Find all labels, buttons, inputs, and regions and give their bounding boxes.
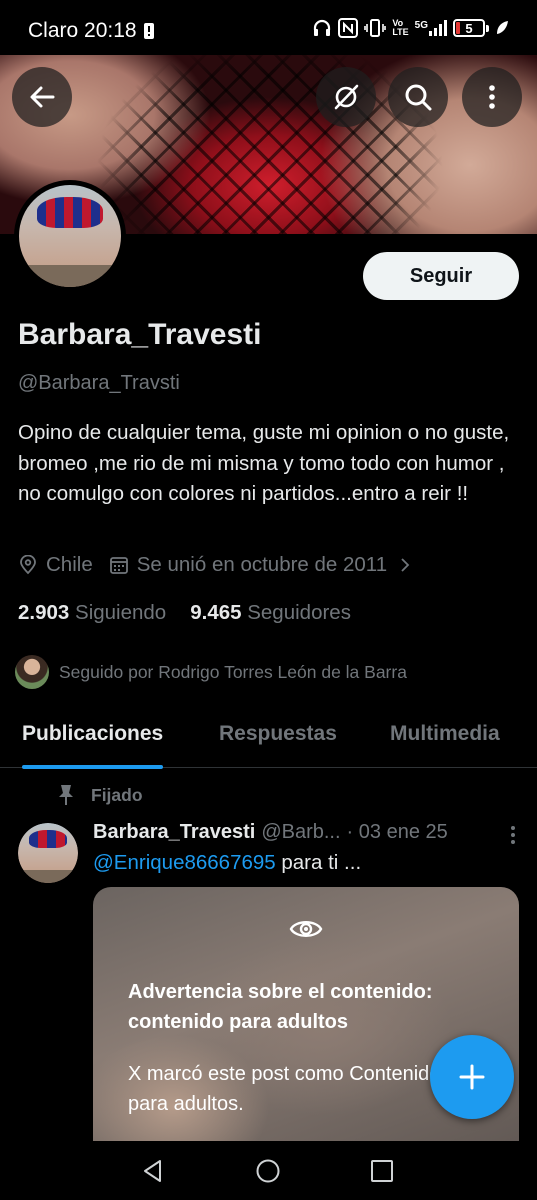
following-link[interactable]: 2.903 Siguiendo [18,601,166,625]
charging-leaf-icon [497,21,508,34]
grok-button[interactable] [316,67,376,127]
system-nav-bar [0,1141,537,1200]
tab-multimedia[interactable]: Multimedia [390,712,500,768]
nav-back-icon[interactable] [140,1158,166,1184]
post-mention[interactable]: @Enrique86667695 [93,851,276,874]
joined-text: Se unió en octubre de 2011 [136,553,388,576]
status-bar: Claro 20:18 Vo LTE 5G 5 [0,0,537,60]
search-button[interactable] [388,67,448,127]
location-item: Chile [18,553,93,577]
post-more-button[interactable] [509,825,517,851]
nfc-icon [338,18,359,38]
more-vertical-icon [511,826,515,844]
volte-badge: Vo LTE [392,18,409,37]
following-label: Siguiendo [75,601,167,624]
headphones-icon [314,19,331,36]
followed-by-row[interactable]: Seguido por Rodrigo Torres León de la Ba… [15,655,407,689]
user-handle: @Barbara_Travsti [18,372,180,394]
carrier-time: Claro 20:18 [28,19,137,42]
post-date: · 03 ene 25 [346,821,448,843]
post-author-handle[interactable]: @Barb... [261,821,340,844]
followers-label: Seguidores [247,601,351,624]
grok-icon [334,84,359,110]
location-pin-icon [20,555,36,575]
profile-bio: Opino de cualquier tema, guste mi opinio… [18,421,510,505]
profile-meta: Chile Se unió en octubre de 2011 [18,553,431,577]
followers-count: 9.465 [190,601,242,624]
nav-home-icon[interactable] [255,1158,281,1184]
search-icon [405,84,432,111]
joined-item[interactable]: Se unió en octubre de 2011 [109,553,415,577]
back-button[interactable] [12,67,72,127]
compose-button[interactable] [430,1035,514,1119]
display-name: Barbara_Travesti [18,318,262,351]
post-text: @Enrique86667695 para ti ... [93,851,361,875]
location-text: Chile [46,553,93,576]
post-author-name[interactable]: Barbara_Travesti [93,821,255,844]
tab-respuestas[interactable]: Respuestas [219,712,337,768]
content-warning-title: Advertencia sobre el contenido: contenid… [128,981,433,1033]
battery-indicator: 5 [453,19,489,37]
vibrate-icon [364,19,387,37]
followed-by-text: Seguido por Rodrigo Torres León de la Ba… [59,661,407,682]
following-count: 2.903 [18,601,70,624]
plus-icon [459,1064,485,1090]
content-warning-body: X marcó este post como Contenido para ad… [128,1063,441,1115]
arrow-left-icon [30,86,55,108]
post-text-rest: para ti ... [275,851,362,874]
more-options-button[interactable] [462,67,522,127]
chevron-right-icon [401,558,410,572]
profile-tabs: Publicaciones Respuestas Multimedia [0,712,537,769]
status-right: Vo LTE 5G 5 [312,18,509,38]
signal-bars-icon [429,20,447,36]
followers-link[interactable]: 9.465 Seguidores [190,601,351,625]
eye-icon [289,921,323,937]
profile-avatar[interactable] [14,180,126,292]
follow-button[interactable]: Seguir [363,252,519,300]
pin-icon [59,785,73,805]
active-tab-indicator [22,765,164,769]
follower-avatar [15,655,49,689]
post-author-avatar[interactable] [18,823,78,883]
post-header: Barbara_Travesti @Barb... · 03 ene 25 [93,821,523,844]
sensitive-media-card[interactable]: Advertencia sobre el contenido: contenid… [93,887,519,1167]
pinned-label: Fijado [57,784,143,806]
tab-publicaciones[interactable]: Publicaciones [22,712,164,769]
nav-recents-icon[interactable] [369,1158,395,1184]
sim-alert-icon [143,23,154,39]
calendar-icon [109,557,128,574]
status-left: Claro 20:18 [28,19,155,43]
more-vertical-icon [489,85,495,109]
signal-5g: 5G [415,20,447,36]
follow-counts: 2.903 Siguiendo 9.465 Seguidores [18,601,351,625]
